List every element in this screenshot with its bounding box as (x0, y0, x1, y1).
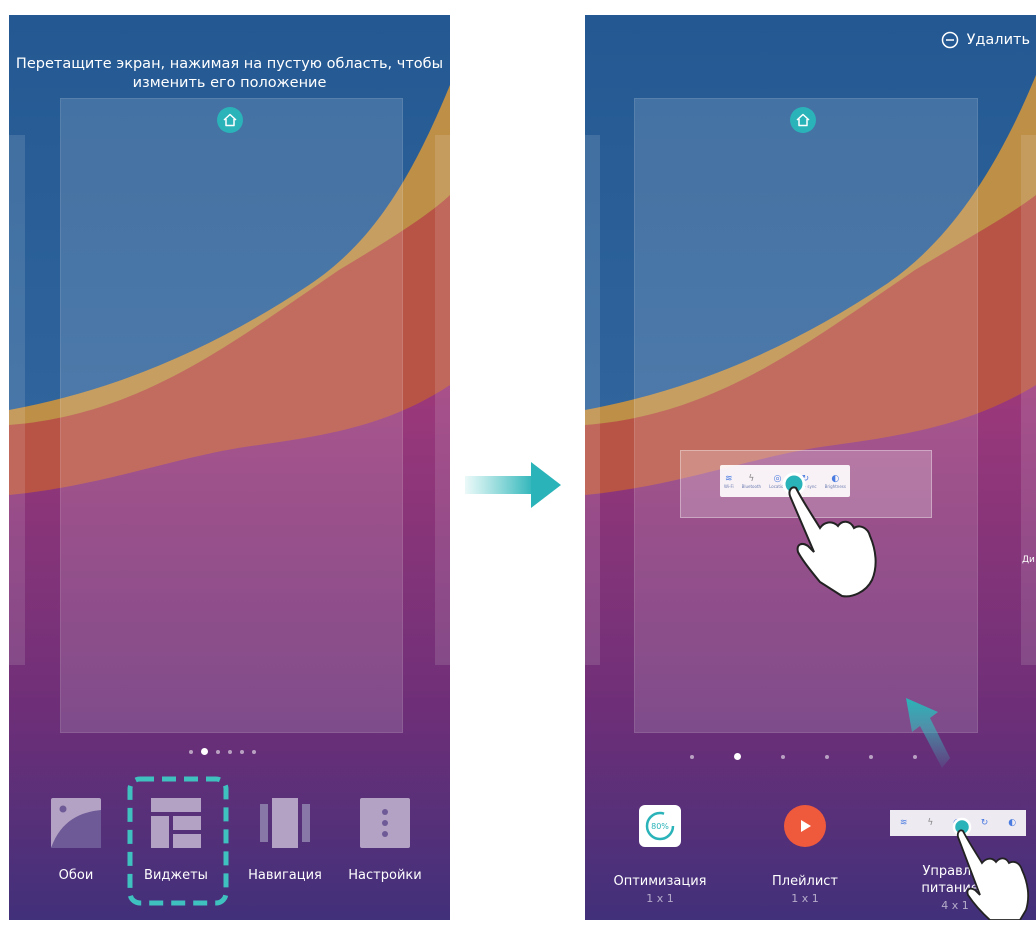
widget-toggle[interactable]: ϟ Bluetooth (742, 474, 761, 489)
page-indicator (690, 753, 917, 760)
home-icon[interactable] (790, 107, 816, 133)
adjacent-page-right[interactable] (435, 135, 450, 665)
widget-optimization[interactable]: 80% Оптимизация 1 x 1 (595, 805, 725, 905)
toolbar-wallpapers[interactable]: Обои (41, 798, 111, 883)
page-dot (252, 749, 256, 754)
adjacent-page-left[interactable] (9, 135, 25, 665)
page-dot (825, 754, 829, 759)
widget-label: Оптимизация (613, 874, 707, 889)
delete-label: Удалить (966, 32, 1030, 48)
wallpaper-icon (51, 798, 101, 848)
minus-circle-icon (941, 31, 958, 49)
page-dot (913, 754, 917, 759)
page-dot-active (201, 748, 208, 755)
page-dot (869, 754, 873, 759)
transition-arrow-icon (465, 462, 561, 508)
bluetooth-icon: ϟ (927, 818, 934, 828)
home-page-preview[interactable] (634, 98, 978, 733)
page-dot (216, 749, 220, 754)
toolbar-label: Обои (58, 868, 94, 883)
optimization-widget-icon: 80% (639, 805, 681, 847)
widget-size: 1 x 1 (646, 892, 674, 905)
toolbar-settings[interactable]: Настройки (345, 798, 425, 883)
play-icon (784, 805, 826, 847)
page-dot (781, 754, 785, 759)
page-dot-active (734, 753, 741, 760)
home-page-preview[interactable] (60, 98, 403, 733)
phone-screen-right: Удалить Ди ≋ Wi-Fi ϟ Bluetooth ◎ Location ↻… (585, 15, 1036, 920)
widget-label: Плейлист (771, 874, 838, 889)
wifi-icon: ≋ (899, 818, 908, 828)
adjacent-page-label: Ди (1022, 555, 1035, 565)
widgets-highlight (127, 776, 229, 906)
toolbar-label: Настройки (348, 868, 422, 883)
page-indicator (189, 748, 256, 755)
hand-gesture-icon (782, 472, 877, 598)
hand-gesture-icon (952, 817, 1029, 920)
home-icon[interactable] (217, 107, 243, 133)
adjacent-page-left[interactable] (585, 135, 600, 665)
settings-icon (360, 798, 410, 848)
page-dot (240, 749, 244, 754)
widget-toggle[interactable]: ≋ Wi-Fi (724, 474, 734, 489)
toolbar-label: Навигация (248, 868, 322, 883)
navigation-icon (260, 798, 310, 848)
page-dot (690, 754, 694, 759)
widget-playlist[interactable]: Плейлист 1 x 1 (740, 805, 870, 905)
adjacent-page-right[interactable] (1021, 135, 1036, 665)
toolbar-navigation[interactable]: Навигация (245, 798, 325, 883)
hint-text: Перетащите экран, нажимая на пустую обла… (15, 56, 444, 91)
delete-button[interactable]: Удалить (941, 31, 1030, 49)
widget-size: 1 x 1 (791, 892, 819, 905)
page-dot (228, 749, 232, 754)
page-dot (189, 749, 193, 754)
